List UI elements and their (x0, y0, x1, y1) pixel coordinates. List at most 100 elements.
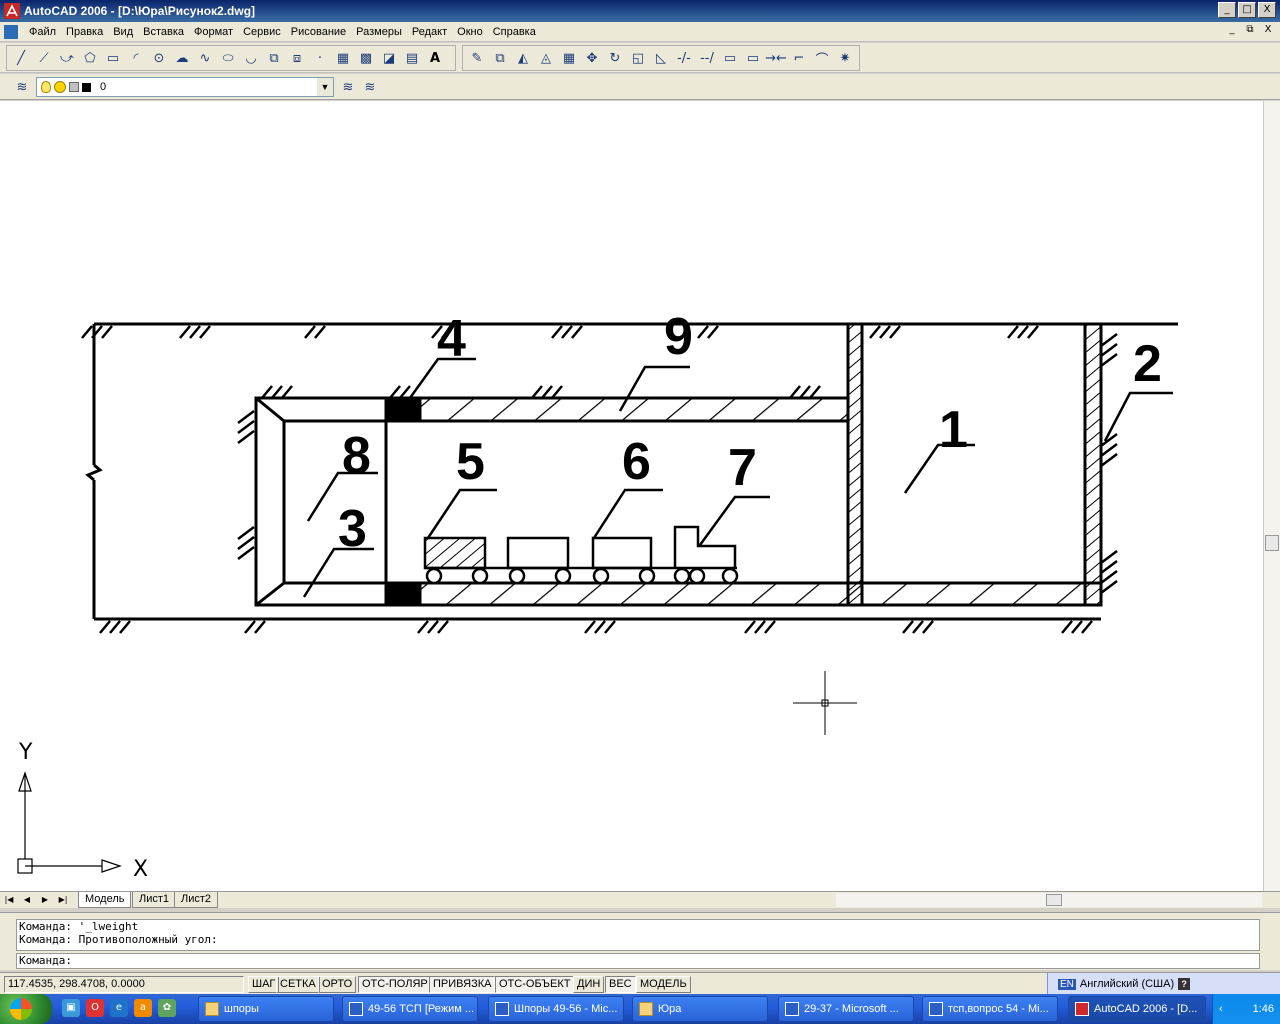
chamfer-icon[interactable]: ⌐ (789, 48, 809, 68)
gradient-icon[interactable]: ▩ (356, 48, 376, 68)
tab-model[interactable]: Модель (78, 892, 132, 908)
menu-tools[interactable]: Сервис (238, 24, 286, 40)
horizontal-scrollbar[interactable] (836, 893, 1262, 907)
hatch-icon[interactable]: ▦ (333, 48, 353, 68)
task-folder-shpory[interactable]: шпоры (198, 996, 334, 1022)
opera-icon[interactable]: O (86, 999, 104, 1017)
ie-icon[interactable]: e (110, 999, 128, 1017)
next-tab-button[interactable]: ▶ (38, 893, 52, 907)
task-word-49-56[interactable]: 49-56 ТСП [Режим ... (342, 996, 478, 1022)
array-icon[interactable]: ▦ (559, 48, 579, 68)
erase-icon[interactable]: ✎ (467, 48, 487, 68)
layer-dropdown[interactable]: 0 ▼ (36, 77, 334, 97)
layer-previous-icon[interactable]: ≋ (360, 77, 380, 97)
clock[interactable]: 1:46 (1253, 1003, 1274, 1015)
first-tab-button[interactable]: |◀ (2, 893, 16, 907)
insert-block-icon[interactable]: ⧉ (264, 48, 284, 68)
rectangle-icon[interactable]: ▭ (103, 48, 123, 68)
trim-icon[interactable]: -/- (674, 48, 694, 68)
language-bar[interactable]: EN Английский (США) ? (1047, 973, 1280, 995)
chevron-down-icon[interactable]: ▼ (317, 78, 333, 96)
scale-icon[interactable]: ◱ (628, 48, 648, 68)
region-icon[interactable]: ◪ (379, 48, 399, 68)
otrack-toggle[interactable]: ОТС-ОБЪЕКТ (495, 976, 575, 993)
grid-toggle[interactable]: СЕТКА (276, 976, 320, 993)
dyn-toggle[interactable]: ДИН (573, 976, 605, 993)
vertical-scroll-thumb[interactable] (1265, 535, 1279, 551)
menu-draw[interactable]: Рисование (286, 24, 351, 40)
layer-properties-icon[interactable]: ≋ (12, 77, 32, 97)
task-word-tsp[interactable]: тсп,вопрос 54 - Mi... (922, 996, 1058, 1022)
task-autocad[interactable]: AutoCAD 2006 - [D... (1068, 996, 1206, 1022)
autocad-app-icon[interactable] (4, 3, 20, 19)
ellipse-icon[interactable]: ⬭ (218, 48, 238, 68)
menu-modify[interactable]: Редакт (407, 24, 452, 40)
construction-line-icon[interactable]: ⟋ (34, 48, 54, 68)
ortho-toggle[interactable]: ОРТО (318, 976, 357, 993)
arc-icon[interactable]: ◜ (126, 48, 146, 68)
tray-arrow-icon[interactable]: ‹ (1219, 1003, 1223, 1015)
make-object-layer-current-icon[interactable]: ≋ (338, 77, 358, 97)
model-toggle[interactable]: МОДЕЛЬ (636, 976, 691, 993)
mirror-icon[interactable]: ◭ (513, 48, 533, 68)
menu-file[interactable]: Файл (24, 24, 61, 40)
last-tab-button[interactable]: ▶| (56, 893, 70, 907)
point-icon[interactable]: · (310, 48, 330, 68)
polyline-icon[interactable]: ⤻ (57, 48, 77, 68)
menu-window[interactable]: Окно (452, 24, 488, 40)
mtext-icon[interactable]: A (425, 48, 445, 68)
break-icon[interactable]: ▭ (720, 48, 740, 68)
osnap-toggle[interactable]: ПРИВЯЗКА (429, 976, 496, 993)
polar-toggle[interactable]: ОТС-ПОЛЯР (358, 976, 432, 993)
prev-tab-button[interactable]: ◀ (20, 893, 34, 907)
minimize-button[interactable]: _ (1218, 2, 1236, 18)
spline-icon[interactable]: ∿ (195, 48, 215, 68)
rotate-icon[interactable]: ↻ (605, 48, 625, 68)
offset-icon[interactable]: ◬ (536, 48, 556, 68)
help-icon[interactable]: ? (1178, 978, 1191, 990)
menu-view[interactable]: Вид (108, 24, 138, 40)
tab-layout1[interactable]: Лист1 (132, 892, 177, 908)
tab-layout2[interactable]: Лист2 (174, 892, 219, 908)
avast-icon[interactable]: a (134, 999, 152, 1017)
menu-edit[interactable]: Правка (61, 24, 108, 40)
circle-icon[interactable]: ⊙ (149, 48, 169, 68)
document-icon[interactable] (4, 24, 18, 39)
close-button[interactable]: X (1258, 2, 1276, 18)
menu-help[interactable]: Справка (488, 24, 541, 40)
task-word-shpory[interactable]: Шпоры 49-56 - Mic... (488, 996, 624, 1022)
make-block-icon[interactable]: ⧈ (287, 48, 307, 68)
table-icon[interactable]: ▤ (402, 48, 422, 68)
show-desktop-icon[interactable]: ▣ (62, 999, 80, 1017)
horizontal-scroll-thumb[interactable] (1046, 894, 1062, 906)
drawing-canvas[interactable]: 4 9 2 1 8 3 5 6 7 Y X (0, 101, 1263, 891)
start-button[interactable] (0, 994, 52, 1024)
coordinate-display[interactable]: 117.4535, 298.4708, 0.0000 (4, 976, 244, 993)
explode-icon[interactable]: ✷ (835, 48, 855, 68)
fillet-icon[interactable]: ⌒ (812, 48, 832, 68)
doc-restore-button[interactable]: ⧉ (1242, 24, 1258, 38)
polygon-icon[interactable]: ⬠ (80, 48, 100, 68)
doc-minimize-button[interactable]: _ (1224, 24, 1240, 38)
icq-icon[interactable]: ✿ (158, 999, 176, 1017)
command-input[interactable]: Команда: (16, 953, 1260, 969)
ellipse-arc-icon[interactable]: ◡ (241, 48, 261, 68)
vertical-scrollbar[interactable] (1263, 101, 1280, 891)
maximize-button[interactable]: □ (1238, 2, 1256, 18)
task-folder-yura[interactable]: Юра (632, 996, 768, 1022)
move-icon[interactable]: ✥ (582, 48, 602, 68)
doc-close-button[interactable]: X (1260, 24, 1276, 38)
snap-toggle[interactable]: ШАГ (248, 976, 280, 993)
stretch-icon[interactable]: ◺ (651, 48, 671, 68)
task-word-29-37[interactable]: 29-37 - Microsoft ... (778, 996, 914, 1022)
revision-cloud-icon[interactable]: ☁ (172, 48, 192, 68)
menu-insert[interactable]: Вставка (138, 24, 189, 40)
join-icon[interactable]: →← (765, 48, 787, 68)
menu-format[interactable]: Формат (189, 24, 238, 40)
copy-icon[interactable]: ⧉ (490, 48, 510, 68)
break-at-point-icon[interactable]: ▭ (743, 48, 763, 68)
line-icon[interactable]: ╱ (11, 48, 31, 68)
lineweight-toggle[interactable]: ВЕС (605, 976, 636, 993)
extend-icon[interactable]: --/ (697, 48, 717, 68)
menu-dimension[interactable]: Размеры (351, 24, 407, 40)
